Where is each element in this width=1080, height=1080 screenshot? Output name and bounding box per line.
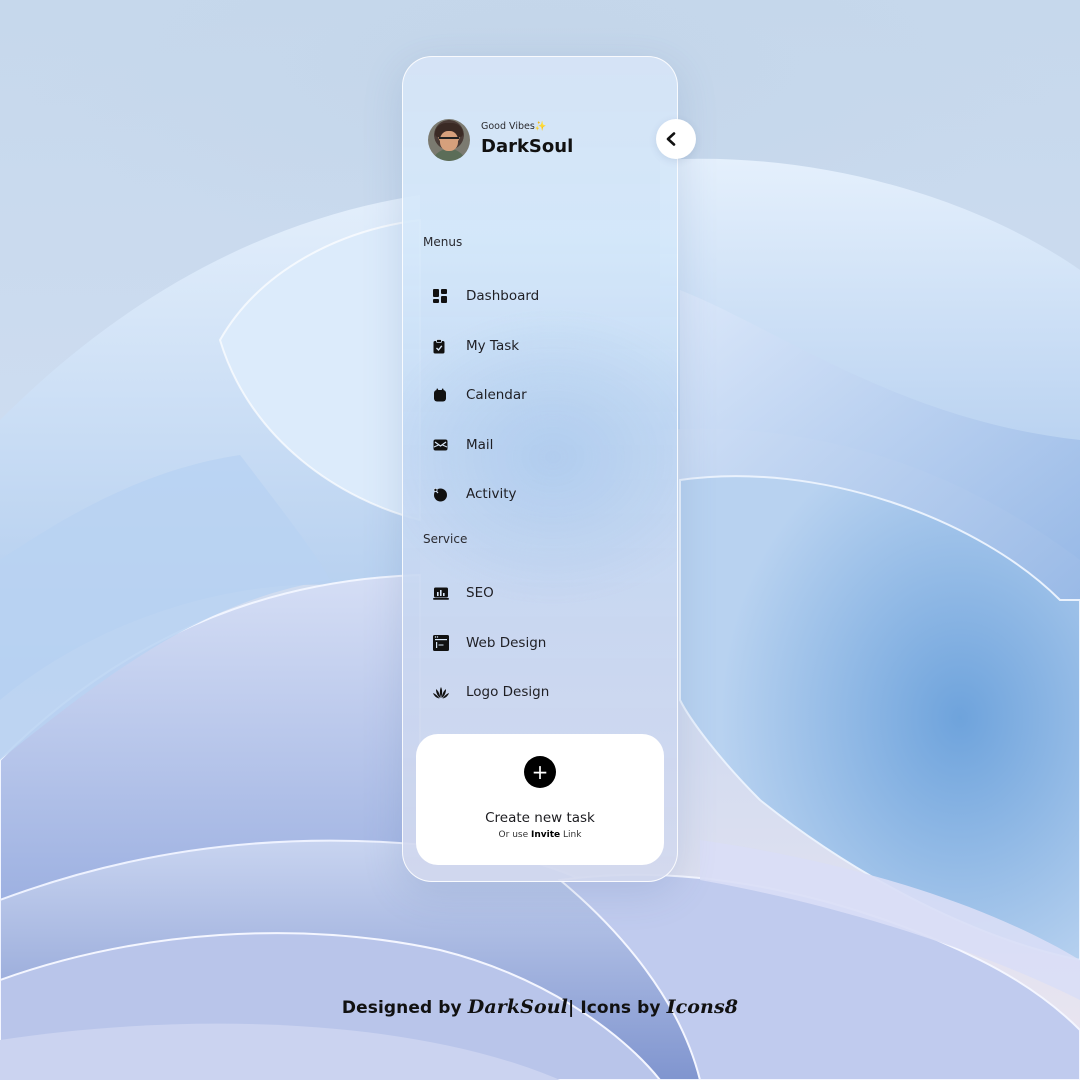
- calendar-icon: [423, 378, 459, 412]
- mail-icon: [423, 428, 459, 462]
- menu-item-seo[interactable]: SEO: [423, 576, 663, 610]
- plus-icon: +: [531, 760, 549, 784]
- menu-item-dashboard[interactable]: Dashboard: [423, 279, 663, 313]
- create-task-card[interactable]: + Create new task Or use Invite Link: [416, 734, 664, 865]
- menu-item-label: Dashboard: [466, 288, 540, 304]
- logo-design-icon: [423, 675, 459, 709]
- menu-item-label: Activity: [466, 486, 517, 502]
- invite-link[interactable]: Invite: [531, 830, 560, 840]
- menu-item-web-design[interactable]: Web Design: [423, 626, 663, 660]
- add-task-button[interactable]: +: [524, 756, 556, 788]
- icons-source: Icons8: [666, 996, 739, 1018]
- menu-item-mail[interactable]: Mail: [423, 428, 663, 462]
- footer-separator: |: [567, 998, 575, 1018]
- menu-item-label: Calendar: [466, 387, 527, 403]
- menu-item-label: Mail: [466, 437, 494, 453]
- avatar[interactable]: [428, 119, 470, 161]
- sparkle-icon: ✨: [534, 121, 547, 132]
- invite-link-text: Or use Invite Link: [498, 830, 582, 840]
- clipboard-task-icon: [423, 329, 459, 363]
- dashboard-icon: [423, 279, 459, 313]
- footer-credit: Designed by DarkSoul| Icons by Icons8: [341, 996, 739, 1018]
- menu-item-calendar[interactable]: Calendar: [423, 378, 663, 412]
- menu-item-logo-design[interactable]: Logo Design: [423, 675, 663, 709]
- menu-item-activity[interactable]: Activity: [423, 477, 663, 511]
- sidebar-panel: Good Vibes✨ DarkSoul Menus Dashboard My …: [402, 56, 696, 882]
- greeting-text: Good Vibes✨: [481, 121, 547, 132]
- create-task-title: Create new task: [485, 810, 595, 826]
- seo-chart-icon: [423, 576, 459, 610]
- chevron-left-icon: [666, 132, 676, 146]
- menu-item-label: Web Design: [466, 635, 547, 651]
- web-design-icon: [423, 626, 459, 660]
- profile-name: DarkSoul: [481, 136, 574, 157]
- menu-item-label: My Task: [466, 338, 520, 354]
- activity-icon: [423, 477, 459, 511]
- menus-section-title: Menus: [423, 235, 463, 249]
- menu-item-label: SEO: [466, 585, 494, 601]
- designer-name: DarkSoul: [467, 996, 568, 1018]
- service-section-title: Service: [423, 532, 468, 546]
- menu-item-my-task[interactable]: My Task: [423, 329, 663, 363]
- menu-item-label: Logo Design: [466, 684, 550, 700]
- collapse-sidebar-button[interactable]: [656, 119, 696, 159]
